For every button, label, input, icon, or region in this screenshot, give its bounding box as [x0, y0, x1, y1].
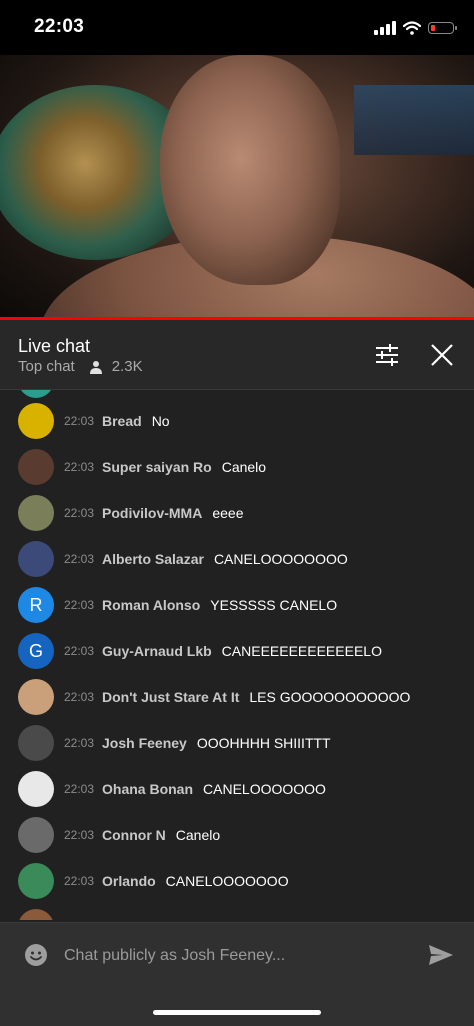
- avatar[interactable]: [18, 725, 54, 761]
- close-icon[interactable]: [429, 342, 455, 368]
- chat-message[interactable]: 22:03 Alberto Salazar CANELOOOOOOOO: [0, 536, 474, 582]
- message-author[interactable]: Josh Feeney: [102, 735, 187, 751]
- avatar[interactable]: [18, 909, 54, 920]
- message-body: Ohana Bonan CANELOOOOOOO: [102, 781, 326, 797]
- message-body: Don't Just Stare At It LES GOOOOOOOOOOO: [102, 689, 410, 705]
- video-backdrop: [354, 85, 474, 155]
- message-timestamp: 22:03: [64, 552, 95, 566]
- message-body: Connor N Canelo: [102, 827, 220, 843]
- chat-message[interactable]: 22:03Toberlea StoneCANELOOOOOOOOOOOO: [0, 904, 474, 920]
- message-author[interactable]: Ohana Bonan: [102, 781, 193, 797]
- message-timestamp: 22:03: [64, 828, 95, 842]
- avatar[interactable]: [18, 863, 54, 899]
- avatar[interactable]: [18, 541, 54, 577]
- wifi-icon: [403, 21, 421, 35]
- message-text: Canelo: [175, 827, 221, 843]
- message-timestamp: 22:03: [64, 782, 95, 796]
- send-icon[interactable]: [428, 943, 454, 967]
- avatar[interactable]: R: [18, 587, 54, 623]
- message-body: Super saiyan Ro Canelo: [102, 459, 266, 475]
- live-chat-panel: Live chat Top chat 2.3K 22:03 Bread No 22:0…: [0, 320, 474, 1026]
- message-text: eeee: [212, 505, 244, 521]
- message-text: CANELOOOOOOOOOOOO: [212, 919, 389, 920]
- message-text: Canelo: [221, 459, 267, 475]
- avatar[interactable]: [18, 403, 54, 439]
- chat-input[interactable]: [62, 941, 406, 971]
- chat-message[interactable]: 22:03 Don't Just Stare At It LES GOOOOOOOO…: [0, 674, 474, 720]
- avatar[interactable]: [18, 449, 54, 485]
- avatar[interactable]: [18, 817, 54, 853]
- message-author[interactable]: Podivilov-MMA: [102, 505, 202, 521]
- chat-message[interactable]: 22:03 Ohana Bonan CANELOOOOOOO: [0, 766, 474, 812]
- message-body: Podivilov-MMA eeee: [102, 505, 244, 521]
- chat-message-list[interactable]: 22:03 Bread No 22:03 Super saiyan Ro Canelo 22…: [0, 390, 474, 920]
- message-text: LES GOOOOOOOOOOO: [249, 689, 411, 705]
- battery-low-icon: [428, 22, 457, 34]
- status-bar: 22:03: [0, 0, 474, 55]
- chat-message[interactable]: G 22:03 Guy-Arnaud Lkb CANEEEEEEEEEEEELO: [0, 628, 474, 674]
- message-author[interactable]: Orlando: [102, 873, 156, 889]
- person-icon: [89, 360, 102, 374]
- message-body: Guy-Arnaud Lkb CANEEEEEEEEEEEELO: [102, 643, 382, 659]
- avatar[interactable]: [18, 679, 54, 715]
- message-author[interactable]: Alberto Salazar: [102, 551, 204, 567]
- message-text: CANELOOOOOOO: [203, 781, 326, 797]
- chat-message[interactable]: 22:03 Orlando CANELOOOOOOO: [0, 858, 474, 904]
- message-timestamp: 22:03: [64, 736, 95, 750]
- message-timestamp: 22:03: [64, 460, 95, 474]
- message-author[interactable]: Bread: [102, 413, 142, 429]
- avatar[interactable]: G: [18, 633, 54, 669]
- message-author[interactable]: Toberlea Stone: [102, 919, 202, 920]
- avatar: [18, 390, 54, 398]
- message-author[interactable]: Guy-Arnaud Lkb: [102, 643, 212, 659]
- message-body: Toberlea Stone CANELOOOOOOOOOOOO: [102, 919, 389, 920]
- message-text: YESSSSS CANELO: [210, 597, 338, 613]
- filter-icon[interactable]: [374, 342, 400, 368]
- message-text: CANEEEEEEEEEEEELO: [221, 643, 382, 659]
- chat-mode-selector[interactable]: Top chat: [18, 358, 75, 375]
- message-text: No: [151, 413, 170, 429]
- message-text: CANELOOOOOOOO: [213, 551, 348, 567]
- message-body: Roman Alonso YESSSSS CANELO: [102, 597, 337, 613]
- chat-message[interactable]: 22:03 Josh Feeney OOOHHHH SHIIITTT: [0, 720, 474, 766]
- chat-message[interactable]: 22:03 Super saiyan Ro Canelo: [0, 444, 474, 490]
- chat-title: Live chat: [18, 336, 91, 356]
- message-timestamp: 22:03: [64, 598, 95, 612]
- chat-message[interactable]: 22:03 Connor N Canelo: [0, 812, 474, 858]
- chat-message[interactable]: 22:03 Podivilov-MMA eeee: [0, 490, 474, 536]
- chat-subheader: Top chat 2.3K: [18, 358, 143, 375]
- emoji-icon[interactable]: [24, 943, 48, 967]
- message-author[interactable]: Super saiyan Ro: [102, 459, 212, 475]
- message-timestamp: 22:03: [64, 414, 95, 428]
- message-timestamp: 22:03: [64, 506, 95, 520]
- boxer-head-image: [160, 55, 340, 285]
- battery-level: [430, 24, 435, 31]
- message-timestamp: 22:03: [64, 690, 95, 704]
- home-indicator[interactable]: [153, 1010, 321, 1015]
- chat-message[interactable]: R 22:03 Roman Alonso YESSSSS CANELO: [0, 582, 474, 628]
- message-author[interactable]: Connor N: [102, 827, 166, 843]
- message-text: OOOHHHH SHIIITTT: [196, 735, 331, 751]
- message-timestamp: 22:03: [64, 644, 95, 658]
- signal-icon: [374, 21, 396, 35]
- avatar[interactable]: [18, 771, 54, 807]
- status-icons: [374, 18, 457, 38]
- chat-message[interactable]: 22:03 Bread No: [0, 398, 474, 444]
- avatar[interactable]: [18, 495, 54, 531]
- video-player[interactable]: [0, 55, 474, 320]
- chat-input-bar: [0, 922, 474, 1026]
- status-time: 22:03: [34, 16, 85, 37]
- message-body: Bread No: [102, 413, 170, 429]
- message-body: Orlando CANELOOOOOOO: [102, 873, 289, 889]
- message-text: CANELOOOOOOO: [165, 873, 289, 889]
- message-timestamp: 22:03: [64, 874, 95, 888]
- message-body: Alberto Salazar CANELOOOOOOOO: [102, 551, 348, 567]
- message-author[interactable]: Don't Just Stare At It: [102, 689, 239, 705]
- viewer-count: 2.3K: [111, 358, 143, 375]
- message-body: Josh Feeney OOOHHHH SHIIITTT: [102, 735, 331, 751]
- message-author[interactable]: Roman Alonso: [102, 597, 200, 613]
- chat-header: Live chat Top chat 2.3K: [0, 320, 474, 390]
